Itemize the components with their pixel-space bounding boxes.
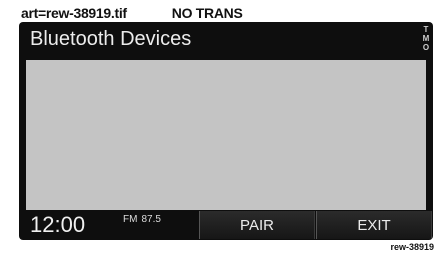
- exit-button[interactable]: EXIT: [316, 211, 432, 239]
- radio-status: FM 87.5: [123, 214, 161, 225]
- radio-band: FM: [123, 214, 138, 225]
- radio-screen: Bluetooth Devices TMO 12:00 FM 87.5 PAIR …: [19, 22, 433, 240]
- clock: 12:00: [30, 212, 86, 237]
- side-status-label: TMO: [422, 25, 430, 52]
- image-reference: rew-38919: [390, 242, 434, 252]
- device-list-area: [26, 60, 426, 210]
- radio-frequency: 87.5: [141, 214, 161, 225]
- bottom-bar: 12:00 FM 87.5 PAIR EXIT: [19, 210, 433, 240]
- art-caption: art=rew-38919.tif NO TRANS: [21, 6, 243, 20]
- pair-button[interactable]: PAIR: [199, 211, 315, 239]
- screen-title: Bluetooth Devices: [30, 28, 192, 50]
- art-ref-text: art=rew-38919.tif: [21, 5, 127, 21]
- no-trans-text: NO TRANS: [171, 5, 243, 21]
